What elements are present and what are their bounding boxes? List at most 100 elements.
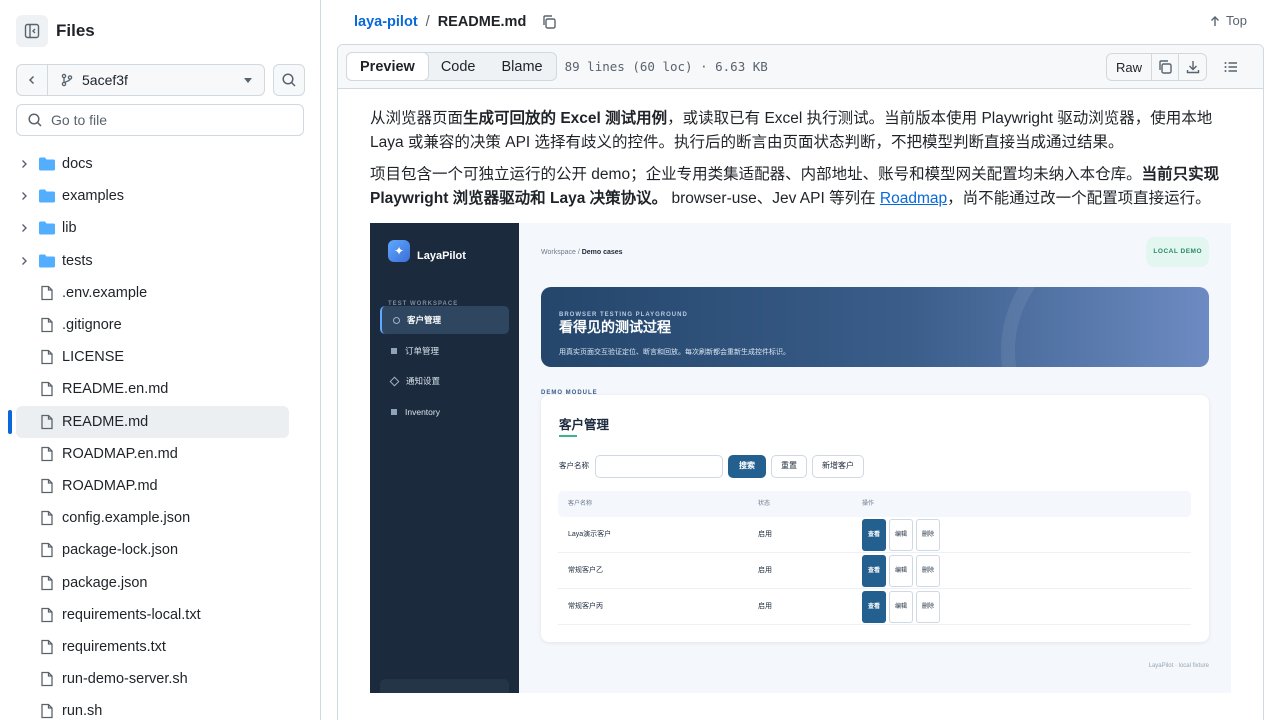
file-actions: Raw <box>1105 53 1247 81</box>
outline-button[interactable] <box>1215 53 1247 81</box>
demo-cell-actions: 查看 编辑 删除 <box>862 554 941 587</box>
file-tree: docs examples lib tests .env.example .gitigno… <box>0 148 320 720</box>
file-header: Preview Code Blame 89 lines (60 loc) · 6… <box>338 45 1263 89</box>
file-icon <box>38 446 56 462</box>
tree-folder-item[interactable]: lib <box>0 212 320 244</box>
tree-file-item[interactable]: run.sh <box>0 695 320 720</box>
file-action-group: Raw <box>1105 53 1207 81</box>
demo-search-form: 客户名称 搜索 重置 新增客户 <box>559 454 864 478</box>
demo-nav-item: 通知设置 <box>380 367 509 395</box>
git-branch-icon <box>61 73 73 87</box>
search-button[interactable] <box>273 64 305 96</box>
go-to-file-field[interactable] <box>16 104 304 136</box>
demo-nav-item: Inventory <box>380 398 509 426</box>
search-icon <box>282 73 296 87</box>
go-to-file-input[interactable] <box>51 112 281 128</box>
tab-code[interactable]: Code <box>428 53 489 80</box>
file-icon <box>38 542 56 558</box>
tree-file-item[interactable]: package.json <box>0 566 320 598</box>
demo-hero-title: 看得见的测试过程 <box>559 319 671 335</box>
copy-icon <box>1159 60 1172 74</box>
breadcrumb-repo-link[interactable]: laya-pilot <box>354 14 418 30</box>
tree-file-item[interactable]: run-demo-server.sh <box>0 663 320 695</box>
tree-folder-item[interactable]: docs <box>0 148 320 180</box>
tree-file-item[interactable]: .env.example <box>0 277 320 309</box>
tree-file-item[interactable]: package-lock.json <box>0 534 320 566</box>
demo-action-button: 编辑 <box>889 518 914 551</box>
demo-cell-actions: 查看 编辑 删除 <box>862 518 941 551</box>
demo-crumb-current: Demo cases <box>581 249 623 256</box>
tree-file-item[interactable]: ROADMAP.en.md <box>0 438 320 470</box>
copy-raw-button[interactable] <box>1152 54 1179 80</box>
tree-item-label: .gitignore <box>62 317 122 334</box>
demo-sidebar: ✦ LayaPilot TEST WORKSPACE 客户管理 订单管理 通知设… <box>370 223 519 693</box>
tab-preview[interactable]: Preview <box>346 52 429 81</box>
demo-breadcrumb: Workspace / Demo cases <box>541 241 623 265</box>
roadmap-link[interactable]: Roadmap <box>880 190 947 207</box>
demo-action-button: 查看 <box>862 518 887 551</box>
file-icon <box>38 671 56 687</box>
demo-cell-actions: 查看 编辑 删除 <box>862 590 941 623</box>
tree-item-label: tests <box>62 252 93 269</box>
chevron-right-icon[interactable] <box>16 158 32 170</box>
tree-file-item[interactable]: README.en.md <box>0 373 320 405</box>
breadcrumb-file-name: README.md <box>437 14 527 30</box>
demo-action-button: 编辑 <box>889 590 914 623</box>
demo-main: Workspace / Demo cases LOCAL DEMO BROWSE… <box>519 223 1231 693</box>
collapse-sidebar-button[interactable] <box>16 15 48 47</box>
branch-dropdown[interactable]: 5acef3f <box>48 65 264 95</box>
demo-cell-name: 常规客户乙 <box>568 566 603 574</box>
tree-item-label: ROADMAP.en.md <box>62 445 178 462</box>
tree-file-item[interactable]: requirements-local.txt <box>0 599 320 631</box>
copy-path-button[interactable] <box>540 13 558 31</box>
tree-item-label: .env.example <box>62 284 148 301</box>
readme-text: 项目包含一个可独立运行的公开 demo；企业专用类集适配器、内部地址、账号和模型… <box>370 166 1142 183</box>
tree-folder-item[interactable]: tests <box>0 245 320 277</box>
readme-body: 从浏览器页面生成可回放的 Excel 测试用例，或读取已有 Excel 执行测试… <box>338 89 1263 693</box>
tree-item-label: run.sh <box>62 703 103 720</box>
sidebar-collapse-icon <box>24 23 40 39</box>
tree-file-item[interactable]: config.example.json <box>0 502 320 534</box>
demo-nav-label: 客户管理 <box>407 315 442 325</box>
demo-action-button: 编辑 <box>889 554 914 587</box>
demo-cell-status: 启用 <box>758 530 772 538</box>
back-button[interactable] <box>17 65 48 95</box>
readme-text: browser-use、Jev API 等列在 <box>667 190 880 207</box>
chevron-right-icon[interactable] <box>16 255 32 267</box>
tree-file-item[interactable]: .gitignore <box>0 309 320 341</box>
chevron-left-icon <box>28 75 35 85</box>
demo-card-title: 客户管理 <box>559 418 610 432</box>
chevron-right-icon[interactable] <box>16 190 32 202</box>
raw-button[interactable]: Raw <box>1107 54 1152 80</box>
breadcrumb-separator: / <box>425 14 430 30</box>
demo-action-button: 删除 <box>916 554 941 587</box>
demo-column-header: 客户名称 <box>568 501 593 507</box>
tree-item-label: examples <box>62 188 125 205</box>
chevron-right-icon[interactable] <box>16 222 32 234</box>
download-button[interactable] <box>1179 54 1206 80</box>
tab-blame[interactable]: Blame <box>489 53 556 80</box>
tree-file-item[interactable]: README.md <box>0 405 320 438</box>
branch-row: 5acef3f <box>16 64 305 96</box>
readme-text: 从浏览器页面 <box>370 110 464 127</box>
demo-screenshot-image: ✦ LayaPilot TEST WORKSPACE 客户管理 订单管理 通知设… <box>370 223 1231 693</box>
branch-name: 5acef3f <box>82 72 128 88</box>
demo-add-button: 新增客户 <box>812 454 864 478</box>
demo-sidebar-footer <box>380 679 509 693</box>
demo-action-button: 删除 <box>916 590 941 623</box>
branch-selector: 5acef3f <box>16 64 265 96</box>
demo-nav-label: 通知设置 <box>406 376 441 386</box>
tree-file-item[interactable]: requirements.txt <box>0 631 320 663</box>
demo-field-input <box>595 454 723 478</box>
caret-down-icon <box>244 77 252 83</box>
tree-file-item[interactable]: ROADMAP.md <box>0 470 320 502</box>
diamond-icon <box>389 376 400 386</box>
tree-file-item[interactable]: LICENSE <box>0 341 320 373</box>
folder-icon <box>38 156 56 172</box>
folder-icon <box>38 253 56 269</box>
tree-folder-item[interactable]: examples <box>0 180 320 212</box>
back-to-top-link[interactable]: Top <box>1209 13 1247 28</box>
file-icon <box>38 639 56 655</box>
demo-cell-name: Laya演示客户 <box>568 530 612 538</box>
readme-bold: 生成可回放的 Excel 测试用例 <box>463 110 668 127</box>
